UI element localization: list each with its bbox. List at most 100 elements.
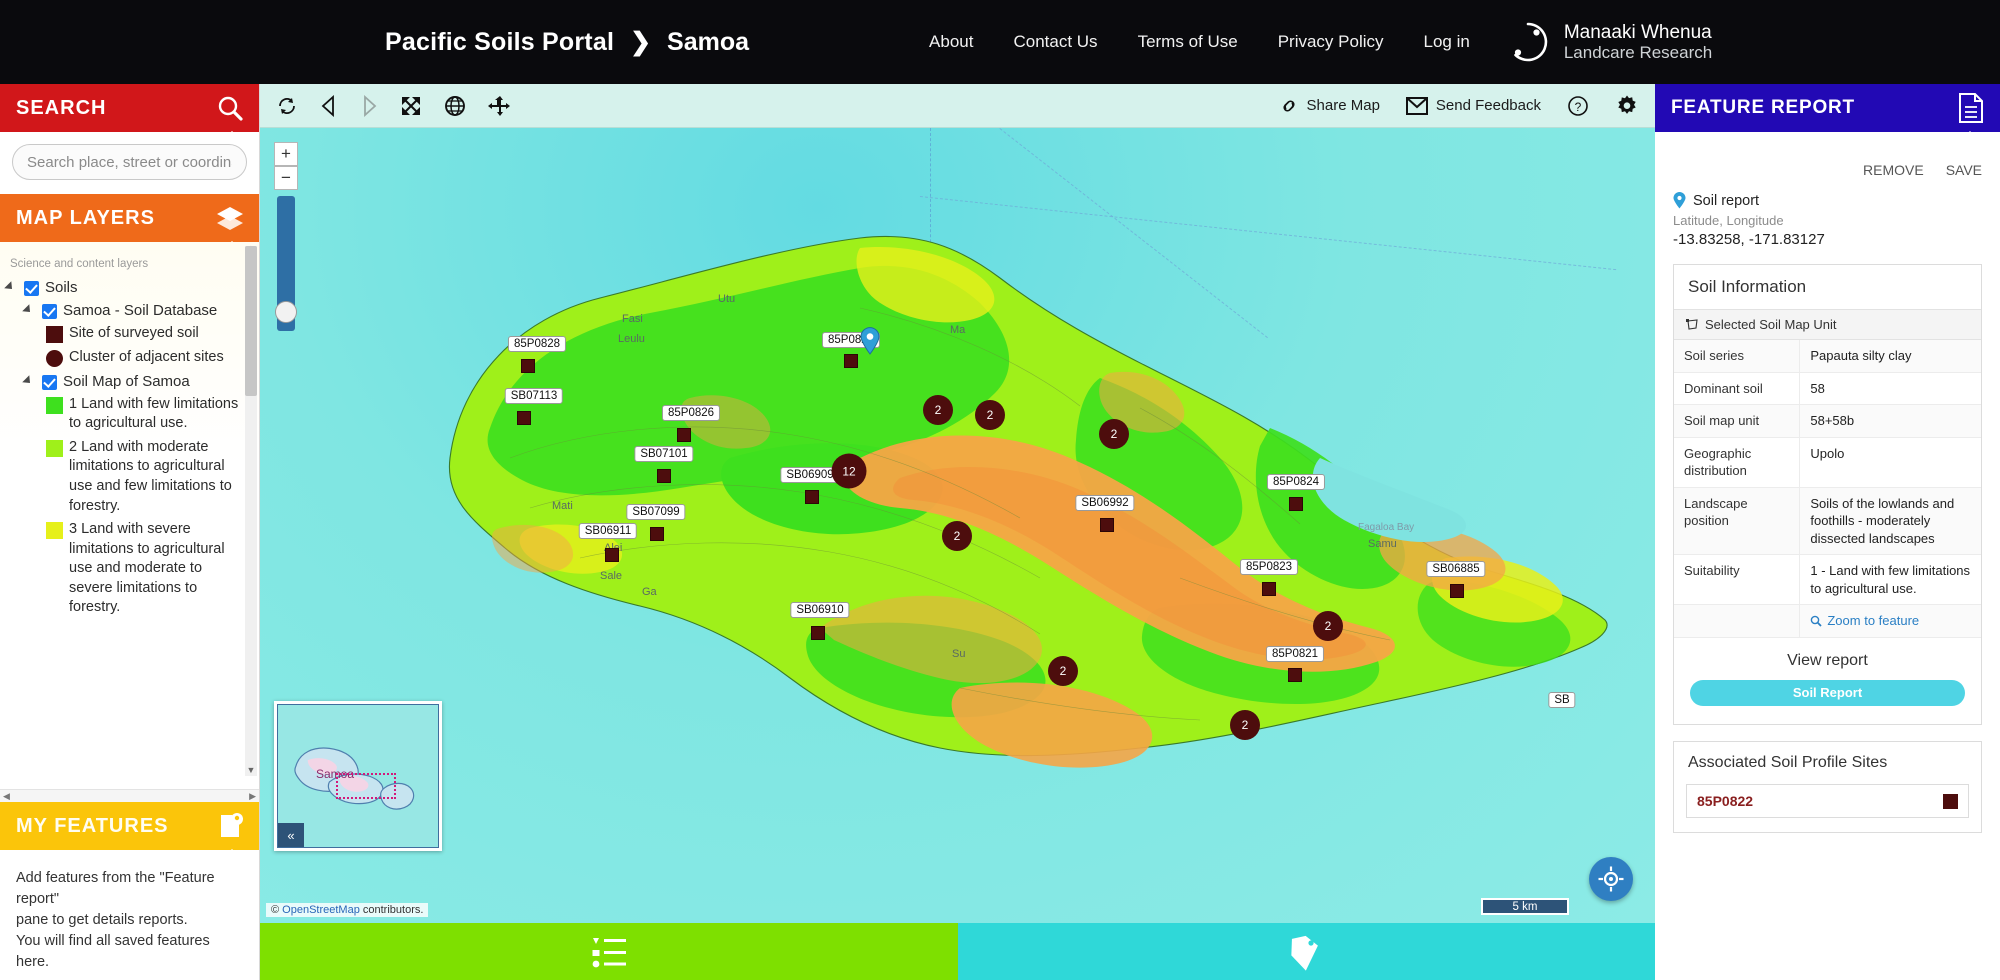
site-marker[interactable]	[1262, 582, 1276, 596]
nav-terms-of-use[interactable]: Terms of Use	[1138, 32, 1238, 52]
openstreetmap-link[interactable]: OpenStreetMap	[282, 904, 360, 916]
search-panel-header[interactable]: SEARCH	[0, 84, 259, 143]
overview-map[interactable]: Samoa «	[274, 701, 442, 851]
zoom-search-icon	[1811, 615, 1822, 627]
soil-report-button[interactable]: Soil Report	[1690, 680, 1965, 707]
map-canvas[interactable]: + − Utu Fasi Leulu Ma Mati Alei Ga Sale …	[260, 128, 1655, 923]
nav-contact-us[interactable]: Contact Us	[1013, 32, 1097, 52]
layer-group-soils[interactable]: Soils	[4, 278, 243, 297]
zoom-in-button[interactable]: +	[274, 142, 298, 166]
refresh-icon[interactable]	[276, 95, 298, 117]
site-label[interactable]: SB06910	[790, 602, 850, 618]
nav-privacy-policy[interactable]: Privacy Policy	[1278, 32, 1384, 52]
report-document-icon[interactable]	[1958, 93, 1984, 123]
site-marker[interactable]	[1450, 584, 1464, 598]
caret-down-icon[interactable]	[22, 374, 38, 391]
app-title[interactable]: Pacific Soils Portal	[385, 28, 614, 57]
site-label[interactable]: SB06992	[1075, 495, 1135, 511]
caret-down-icon[interactable]	[4, 281, 20, 297]
site-marker[interactable]	[1289, 497, 1303, 511]
save-button[interactable]: SAVE	[1946, 162, 1982, 178]
cluster-marker[interactable]: 12	[831, 453, 867, 489]
site-marker[interactable]	[1100, 518, 1114, 532]
help-icon[interactable]: ?	[1567, 95, 1589, 117]
my-features-panel-header[interactable]: MY FEATURES	[0, 802, 259, 861]
caret-down-icon[interactable]	[22, 304, 38, 320]
legend-item-site-of-surveyed-soil: Site of surveyed soil	[46, 324, 243, 344]
scroll-right-arrow-icon[interactable]: ▶	[249, 791, 256, 802]
site-marker[interactable]	[811, 626, 825, 640]
site-marker[interactable]	[677, 428, 691, 442]
checkbox-soils[interactable]	[24, 281, 39, 296]
next-extent-icon[interactable]	[360, 94, 378, 117]
scroll-down-arrow-icon[interactable]: ▼	[245, 764, 257, 776]
latlon-value: -13.83258, -171.83127	[1673, 231, 1825, 248]
site-label[interactable]: SB06885	[1426, 561, 1486, 577]
tag-tab[interactable]	[958, 923, 1655, 980]
remove-button[interactable]: REMOVE	[1863, 162, 1924, 178]
site-label[interactable]: SB07113	[504, 388, 564, 404]
zoom-out-button[interactable]: −	[274, 166, 298, 190]
site-label[interactable]: 85P0821	[1265, 646, 1325, 662]
site-marker[interactable]	[650, 527, 664, 541]
organisation-logo[interactable]: Manaaki Whenua Landcare Research	[1506, 20, 1712, 64]
place-label: Mati	[552, 500, 573, 512]
site-marker[interactable]	[844, 354, 858, 368]
send-feedback-button[interactable]: Send Feedback	[1405, 96, 1541, 115]
site-marker[interactable]	[517, 411, 531, 425]
cluster-marker[interactable]: 2	[1230, 710, 1260, 740]
zoom-to-feature-button[interactable]: Zoom to feature	[1810, 612, 1971, 630]
nav-about[interactable]: About	[929, 32, 973, 52]
checkbox-soil-map-of-samoa[interactable]	[42, 374, 57, 390]
region-name[interactable]: Samoa	[667, 28, 749, 57]
search-input[interactable]	[12, 144, 247, 180]
site-label[interactable]: 85P0826	[661, 405, 721, 421]
cluster-marker[interactable]: 2	[1099, 419, 1129, 449]
site-marker[interactable]	[521, 359, 535, 373]
checkbox-samoa-soil-database[interactable]	[42, 304, 57, 320]
layer-group-samoa-soil-database[interactable]: Samoa - Soil Database	[22, 301, 243, 320]
full-extent-icon[interactable]	[400, 95, 422, 117]
soil-information-table: Soil series Papauta silty clay Dominant …	[1674, 340, 1981, 639]
search-icon[interactable]	[215, 93, 245, 123]
associated-site-row[interactable]: 85P0822	[1686, 784, 1969, 819]
cluster-marker[interactable]: 2	[942, 521, 972, 551]
cluster-marker[interactable]: 2	[975, 400, 1005, 430]
legend-tab[interactable]	[260, 923, 958, 980]
overview-collapse-button[interactable]: «	[278, 823, 304, 847]
zoom-control[interactable]: + −	[274, 142, 298, 331]
site-marker[interactable]	[657, 469, 671, 483]
site-label[interactable]: 85P0824	[1266, 474, 1326, 490]
zoom-slider-handle[interactable]	[275, 301, 297, 323]
cluster-marker[interactable]: 2	[923, 395, 953, 425]
layers-scrollbar-thumb[interactable]	[245, 246, 257, 396]
site-marker[interactable]	[805, 490, 819, 504]
layers-horizontal-scrollbar[interactable]: ◀ ▶	[0, 789, 259, 802]
zoom-slider[interactable]	[275, 196, 297, 331]
layer-group-soil-map-of-samoa[interactable]: Soil Map of Samoa	[22, 372, 243, 391]
cluster-marker[interactable]: 2	[1048, 656, 1078, 686]
feature-report-header[interactable]: FEATURE REPORT	[1655, 84, 2000, 143]
site-marker[interactable]	[1288, 668, 1302, 682]
scroll-left-arrow-icon[interactable]: ◀	[3, 791, 10, 802]
share-map-button[interactable]: Share Map	[1279, 96, 1380, 116]
nav-log-in[interactable]: Log in	[1424, 32, 1470, 52]
site-label[interactable]: SB06911	[578, 523, 638, 539]
site-label[interactable]: SB07101	[634, 446, 694, 462]
layers-icon[interactable]	[215, 205, 245, 231]
share-map-label: Share Map	[1306, 97, 1380, 114]
site-label[interactable]: SB07099	[626, 504, 686, 520]
site-label[interactable]: 85P0828	[507, 336, 567, 352]
my-features-icon[interactable]	[215, 812, 245, 840]
cluster-marker[interactable]: 2	[1313, 611, 1343, 641]
pan-icon[interactable]	[488, 95, 510, 117]
locate-me-button[interactable]	[1589, 857, 1633, 901]
site-label[interactable]: SB	[1548, 692, 1576, 708]
gear-icon[interactable]	[1615, 94, 1639, 118]
overview-extent-box[interactable]	[336, 773, 396, 799]
map-layers-panel-header[interactable]: MAP LAYERS	[0, 194, 259, 253]
site-marker[interactable]	[605, 548, 619, 562]
site-label[interactable]: 85P0823	[1239, 559, 1299, 575]
basemap-globe-icon[interactable]	[444, 95, 466, 117]
previous-extent-icon[interactable]	[320, 94, 338, 117]
